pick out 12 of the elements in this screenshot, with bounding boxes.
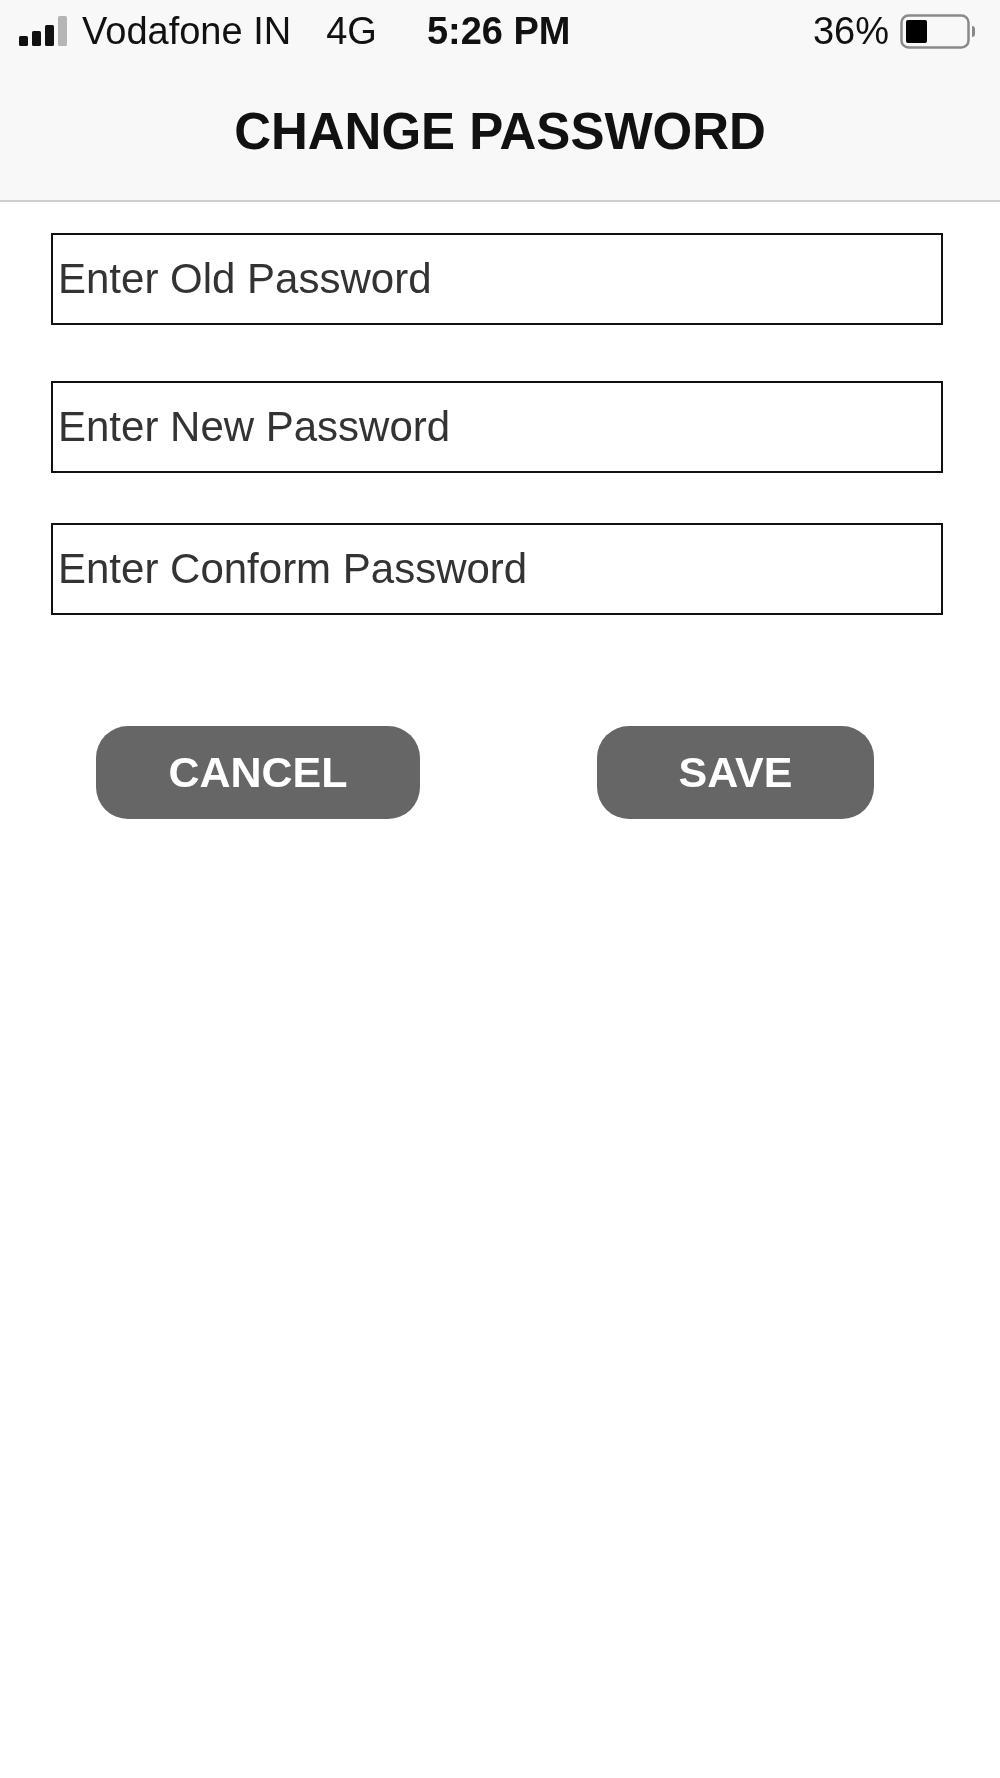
password-field[interactable]: Enter Conform Password	[51, 523, 943, 615]
signal-strength-icon	[19, 16, 69, 46]
network-type: 4G	[326, 12, 377, 50]
carrier-name: Vodafone IN	[82, 12, 292, 50]
battery-percentage: 36%	[812, 12, 889, 50]
cancel-button[interactable]: CANCEL	[96, 726, 420, 819]
password-field[interactable]: Enter New Password	[51, 381, 943, 473]
save-button[interactable]: SAVE	[597, 726, 874, 819]
status-time: 5:26 PM	[426, 12, 571, 50]
battery-icon	[900, 13, 976, 49]
screen-title: CHANGE PASSWORD	[234, 105, 766, 157]
password-field[interactable]: Enter Old Password	[51, 233, 943, 325]
